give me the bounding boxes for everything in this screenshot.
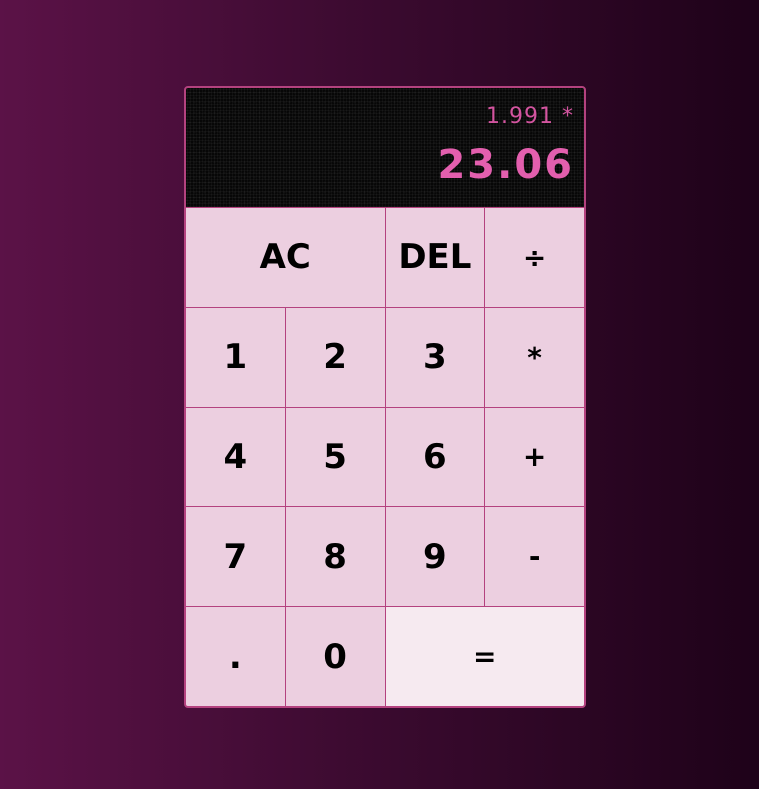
- digit-3-button[interactable]: 3: [385, 307, 485, 407]
- minus-button[interactable]: -: [485, 507, 584, 607]
- digit-4-button[interactable]: 4: [186, 407, 285, 507]
- decimal-button[interactable]: .: [186, 607, 285, 706]
- digit-2-button[interactable]: 2: [285, 307, 385, 407]
- digit-9-button[interactable]: 9: [385, 507, 485, 607]
- digit-5-button[interactable]: 5: [285, 407, 385, 507]
- digit-0-button[interactable]: 0: [285, 607, 385, 706]
- divide-button[interactable]: ÷: [485, 208, 584, 307]
- digit-7-button[interactable]: 7: [186, 507, 285, 607]
- keypad: AC DEL ÷ 1 2 3 * 4 5 6 + 7 8 9 - . 0 =: [186, 208, 584, 706]
- digit-6-button[interactable]: 6: [385, 407, 485, 507]
- plus-button[interactable]: +: [485, 407, 584, 507]
- previous-operand: 1.991 *: [486, 104, 574, 129]
- calculator: 1.991 * 23.06 AC DEL ÷ 1 2 3 * 4 5 6 + 7…: [184, 86, 586, 708]
- all-clear-button[interactable]: AC: [186, 208, 385, 307]
- current-operand: 23.06: [437, 142, 574, 188]
- equals-button[interactable]: =: [385, 607, 584, 706]
- delete-button[interactable]: DEL: [385, 208, 485, 307]
- digit-8-button[interactable]: 8: [285, 507, 385, 607]
- multiply-button[interactable]: *: [485, 307, 584, 407]
- digit-1-button[interactable]: 1: [186, 307, 285, 407]
- calculator-display: 1.991 * 23.06: [186, 88, 584, 208]
